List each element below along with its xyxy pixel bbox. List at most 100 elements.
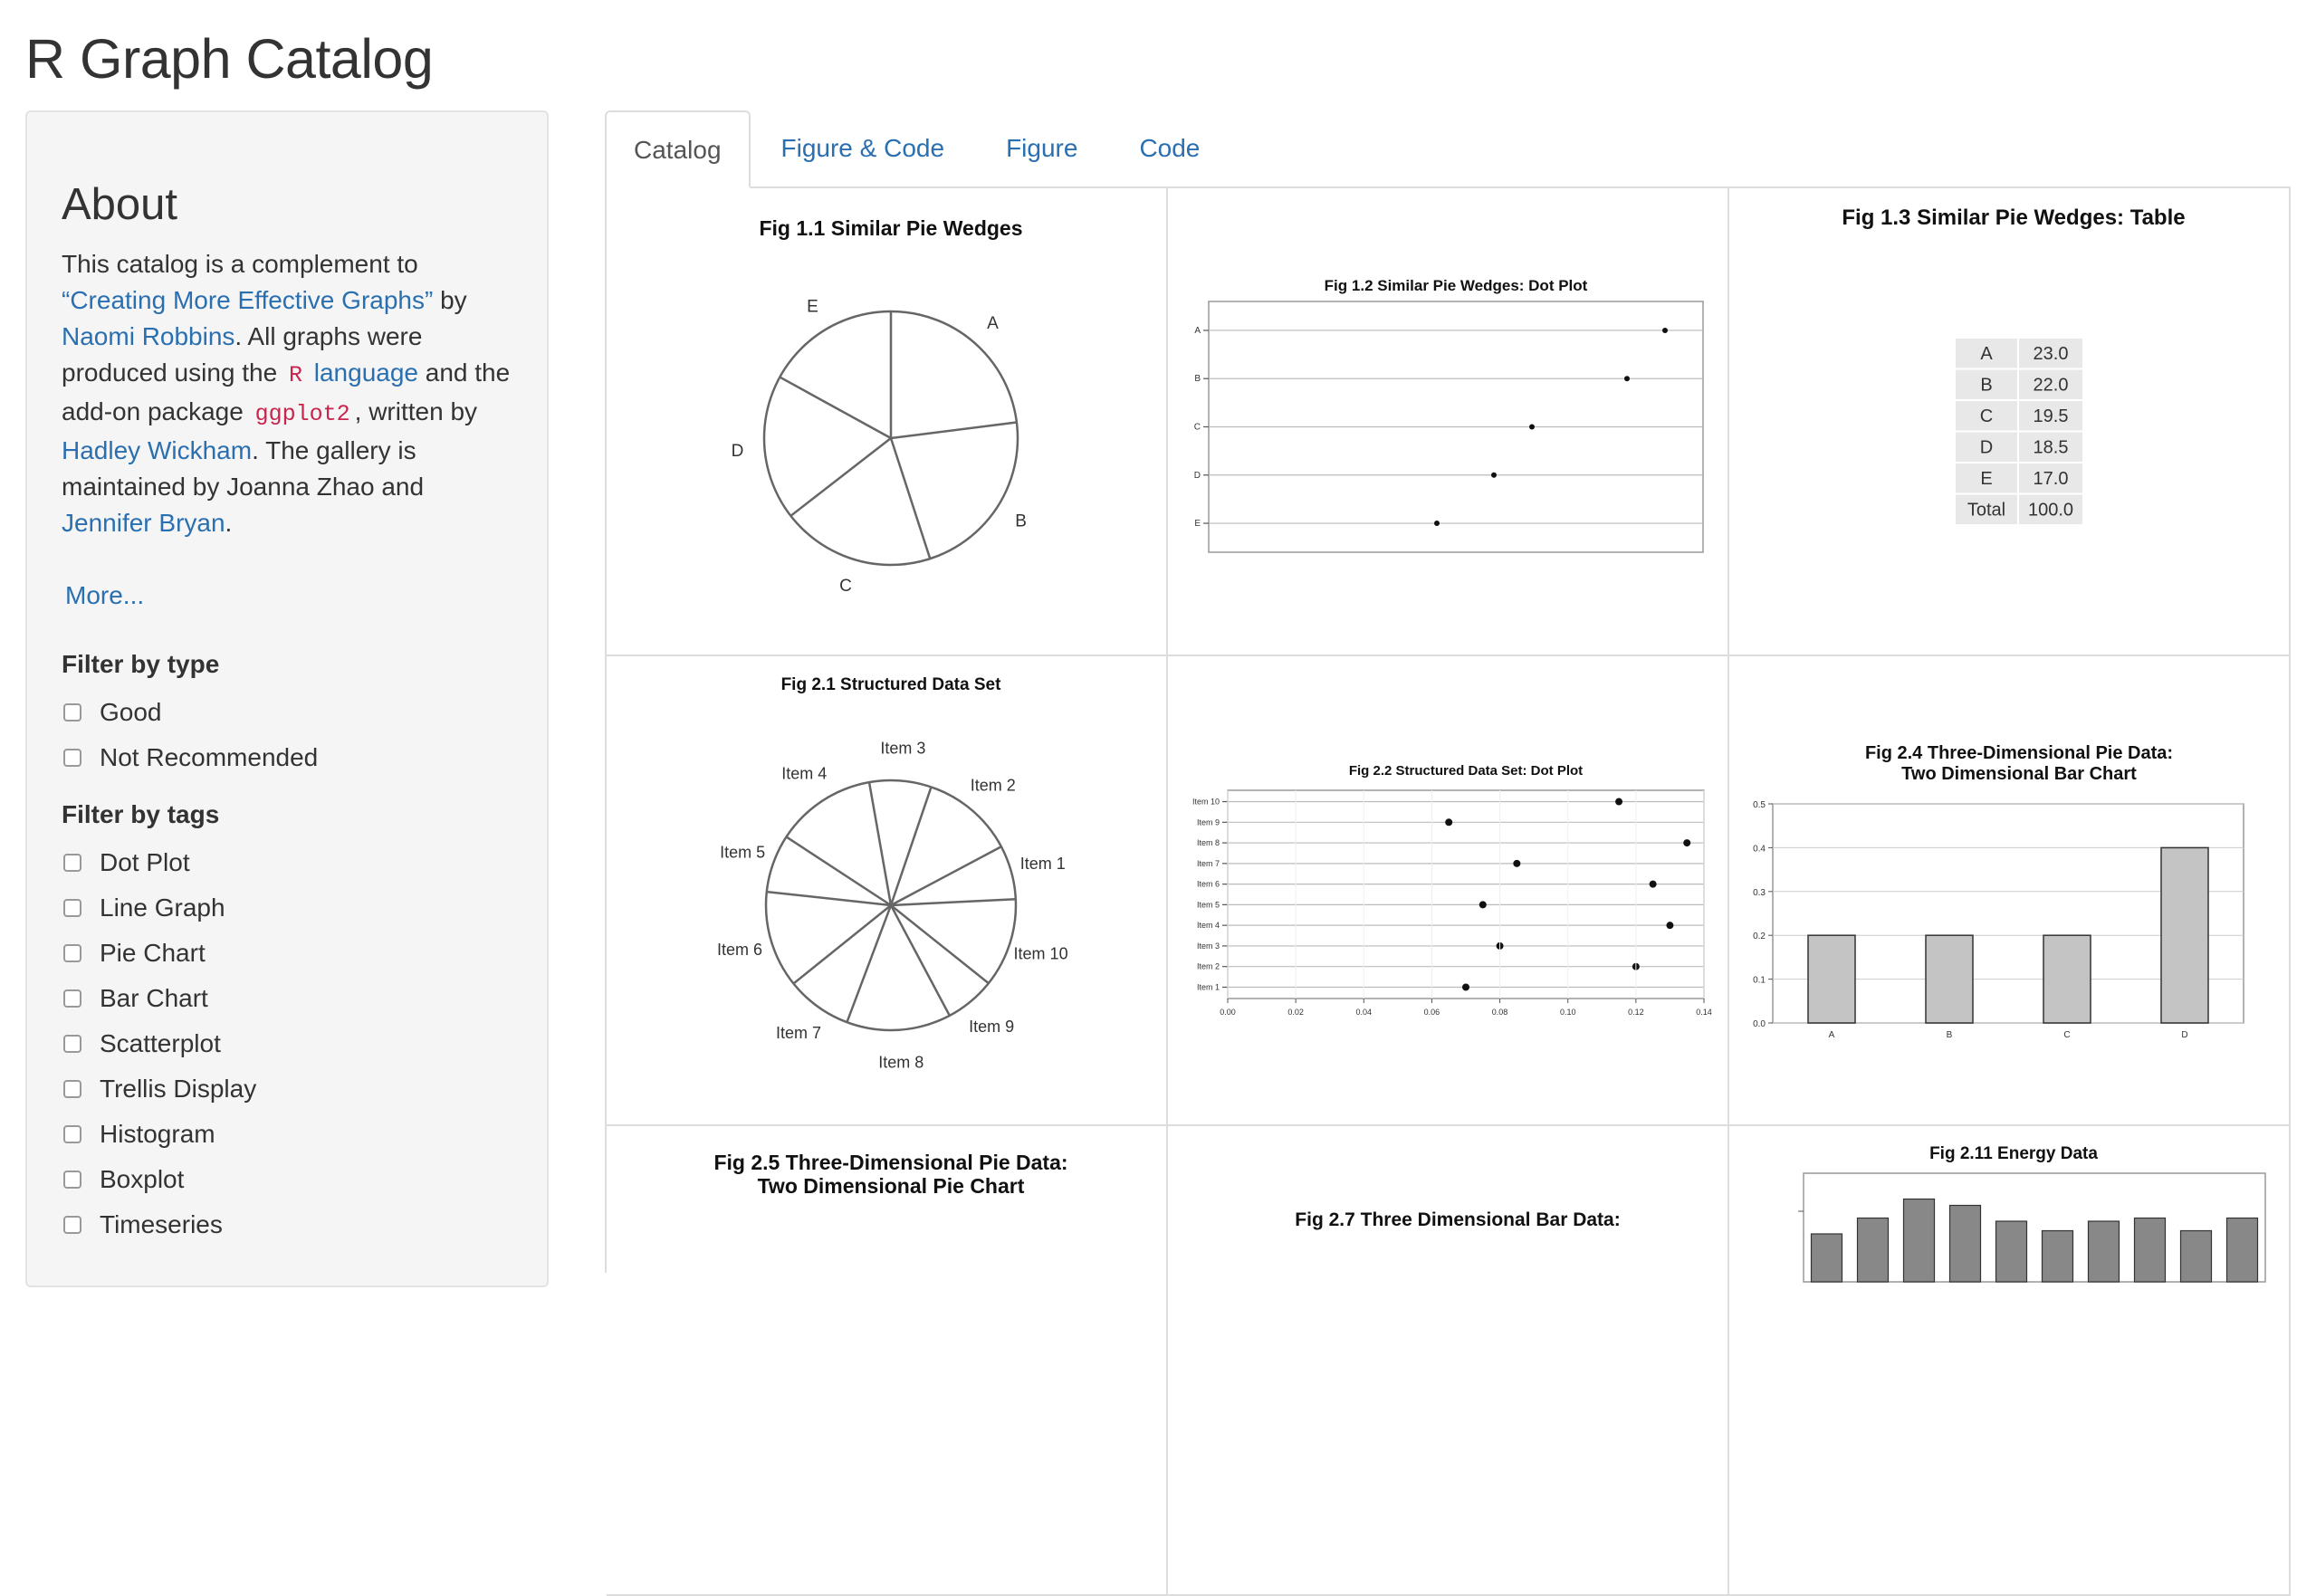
tab-catalog[interactable]: Catalog	[605, 110, 751, 188]
fig-1-2-point	[1662, 327, 1668, 333]
fig-1-1-slice-label: E	[807, 297, 818, 316]
tab-bar: Catalog Figure & Code Figure Code	[605, 110, 2289, 188]
about-text: .	[225, 509, 233, 537]
fig-2-1-title: Fig 2.1 Structured Data Set	[781, 675, 1002, 694]
figure-card-1-2[interactable]: Fig 1.2 Similar Pie Wedges: Dot Plot A B C…	[1168, 186, 1729, 656]
tag-filter-option[interactable]: Line Graph	[62, 885, 512, 931]
tag-filter-option[interactable]: Timeseries	[62, 1202, 512, 1247]
fig-1-3-table-label: D	[1980, 438, 1993, 458]
fig-1-3-table-value: 22.0	[2034, 376, 2069, 396]
figure-card-3-2[interactable]: Fig 2.7 Three Dimensional Bar Data:	[1168, 1126, 1729, 1596]
fig-2-2-y-tick-label: Item 10	[1192, 798, 1220, 807]
fig-1-3-table-label: C	[1980, 406, 1993, 426]
app-title: R Graph Catalog	[25, 28, 434, 90]
tag-filter-option[interactable]: Bar Chart	[62, 976, 512, 1021]
tag-filter-option[interactable]: Trellis Display	[62, 1066, 512, 1112]
fig-2-1-slice-label: Item 4	[781, 765, 827, 783]
fig-2-1-slice-label: Item 5	[720, 843, 765, 861]
tag-filter-checkbox[interactable]	[63, 989, 81, 1008]
fig-2-4-y-tick-label: 0.2	[1753, 932, 1766, 941]
tag-filter-checkbox[interactable]	[63, 1216, 81, 1234]
tag-filter-option[interactable]: Scatterplot	[62, 1021, 512, 1066]
type-filter-option[interactable]: Not Recommended	[62, 735, 512, 780]
fig-2-11-title: Fig 2.11 Energy Data	[1929, 1144, 2098, 1163]
tag-filter-option-label: Histogram	[100, 1120, 215, 1148]
figure-card-3-1[interactable]: Fig 2.5 Three-Dimensional Pie Data: Two …	[607, 1126, 1168, 1596]
figure-card-1-3[interactable]: Fig 1.3 Similar Pie Wedges: Table A 23.0 B…	[1729, 186, 2291, 656]
figure-card-2-1[interactable]: Fig 2.1 Structured Data Set Item 1 Item 2…	[607, 656, 1168, 1126]
figure-card-3-3[interactable]: Fig 2.11 Energy Data	[1729, 1126, 2291, 1596]
fig-2-2-chart: Fig 2.2 Structured Data Set: Dot Plot It…	[1192, 763, 1712, 1017]
fig-1-2-y-tick-label: E	[1194, 519, 1201, 529]
tag-filter-checkbox[interactable]	[63, 944, 81, 962]
type-filter-checkbox[interactable]	[63, 703, 81, 722]
fig-1-2-y-tick-label: B	[1194, 374, 1201, 384]
tab-figure[interactable]: Figure	[975, 110, 1108, 186]
figure-card-2-2[interactable]: Fig 2.2 Structured Data Set: Dot Plot It…	[1168, 656, 1729, 1126]
fig-1-2-point	[1434, 521, 1440, 527]
tag-filter-checkbox[interactable]	[63, 1171, 81, 1189]
fig-2-4-bar	[2043, 934, 2091, 1024]
author-link[interactable]: Naomi Robbins	[62, 322, 234, 350]
main-panel: Catalog Figure & Code Figure Code	[605, 110, 2289, 188]
tag-filter-option-label: Trellis Display	[100, 1075, 257, 1103]
fig-1-3-table-value: 100.0	[2028, 501, 2073, 521]
figure-card-1-1[interactable]: Fig 1.1 Similar Pie Wedges A B C D E	[607, 186, 1168, 656]
fig-2-2-x-tick-label: 0.00	[1220, 1008, 1236, 1017]
fig-1-3-table-label: A	[1980, 344, 1993, 364]
fig-1-3-table-label: B	[1980, 376, 1992, 396]
fig-2-2-y-tick-label: Item 6	[1197, 880, 1220, 889]
tag-filter-list: Dot Plot Line Graph Pie Chart Bar Chart Scat…	[62, 840, 512, 1247]
jenny-link[interactable]: Jennifer Bryan	[62, 509, 225, 537]
fig-2-1-slice-label: Item 6	[717, 941, 762, 959]
tag-filter-option[interactable]: Pie Chart	[62, 931, 512, 976]
type-filter-checkbox[interactable]	[63, 749, 81, 767]
fig-2-11-bar	[1995, 1220, 2028, 1283]
fig-2-2-title: Fig 2.2 Structured Data Set: Dot Plot	[1349, 763, 1583, 779]
about-text: by	[433, 286, 467, 314]
type-filter-option-label: Good	[100, 698, 162, 726]
tag-filter-option[interactable]: Boxplot	[62, 1157, 512, 1202]
fig-2-4-x-tick-label: D	[2181, 1030, 2187, 1040]
tab-figure-code[interactable]: Figure & Code	[751, 110, 976, 186]
fig-2-2-y-tick-label: Item 8	[1197, 838, 1220, 847]
fig-1-3-table-label: E	[1980, 469, 1992, 489]
tag-filter-checkbox[interactable]	[63, 899, 81, 917]
tag-filter-option[interactable]: Dot Plot	[62, 840, 512, 885]
sidebar-panel: About This catalog is a complement to “C…	[25, 110, 549, 1287]
type-filter-option-label: Not Recommended	[100, 743, 319, 771]
fig-2-2-point	[1615, 798, 1623, 806]
fig-2-7-title: Fig 2.7 Three Dimensional Bar Data:	[1295, 1209, 1620, 1230]
hadley-link[interactable]: Hadley Wickham	[62, 436, 252, 464]
fig-2-4-bar	[1925, 934, 1974, 1024]
type-filter-option[interactable]: Good	[62, 690, 512, 735]
tag-filter-checkbox[interactable]	[63, 854, 81, 872]
tab-code[interactable]: Code	[1108, 110, 1230, 186]
code-r: R	[288, 362, 302, 388]
tag-filter-checkbox[interactable]	[63, 1080, 81, 1098]
tag-filter-checkbox[interactable]	[63, 1125, 81, 1143]
fig-2-2-x-tick-label: 0.12	[1628, 1008, 1644, 1017]
tag-filter-option[interactable]: Histogram	[62, 1112, 512, 1157]
fig-2-2-x-tick-label: 0.08	[1492, 1008, 1508, 1017]
fig-1-1-chart: Fig 1.1 Similar Pie Wedges A B C D E	[732, 216, 1027, 596]
fig-1-2-y-tick-label: C	[1194, 423, 1201, 433]
fig-1-1-title: Fig 1.1 Similar Pie Wedges	[759, 216, 1022, 240]
fig-1-3-chart: Fig 1.3 Similar Pie Wedges: Table A 23.0 B…	[1842, 205, 2186, 524]
fig-1-2-y-tick-label: D	[1194, 471, 1201, 481]
figure-card-2-3[interactable]: Fig 2.4 Three-Dimensional Pie Data: Two …	[1729, 656, 2291, 1126]
fig-2-4-y-tick-label: 0.1	[1753, 976, 1766, 986]
book-link[interactable]: “Creating More Effective Graphs”	[62, 286, 433, 314]
fig-1-2-y-tick-label: A	[1194, 326, 1201, 336]
tag-filter-checkbox[interactable]	[63, 1035, 81, 1053]
fig-1-1-slice-label: C	[839, 577, 852, 596]
more-link[interactable]: More...	[65, 581, 144, 610]
fig-2-2-y-tick-label: Item 4	[1197, 921, 1220, 930]
fig-2-4-bar	[2160, 846, 2209, 1024]
fig-2-2-x-tick-label: 0.04	[1356, 1008, 1373, 1017]
fig-1-1-slice-label: B	[1015, 512, 1027, 531]
fig-1-2-chart: Fig 1.2 Similar Pie Wedges: Dot Plot A B C…	[1194, 277, 1704, 553]
fig-2-4-chart: Fig 2.4 Three-Dimensional Pie Data: Two …	[1753, 743, 2244, 1040]
fig-2-11-bar	[1856, 1217, 1890, 1283]
r-language-link[interactable]: language	[314, 358, 418, 387]
